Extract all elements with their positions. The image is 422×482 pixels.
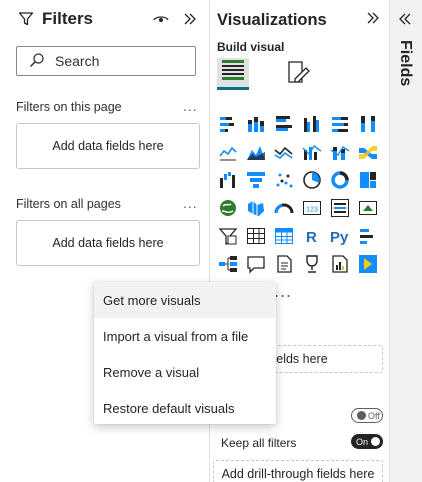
python-visual-icon[interactable]: Py [330, 226, 350, 246]
map-icon[interactable] [218, 198, 238, 218]
funnel-icon[interactable] [246, 170, 266, 190]
format-paintbrush-icon [286, 59, 312, 90]
card-icon[interactable]: 123 [302, 198, 322, 218]
pie-icon[interactable] [302, 170, 322, 190]
100-stacked-column-icon[interactable] [358, 114, 378, 134]
line-stacked-column-icon[interactable] [330, 142, 350, 162]
ribbon-chart-icon[interactable] [358, 142, 378, 162]
line-clustered-column-icon[interactable] [302, 142, 322, 162]
cross-report-toggle[interactable]: Off [351, 408, 383, 423]
collapse-visualizations-icon[interactable] [366, 11, 380, 29]
stacked-bar-icon[interactable] [218, 114, 238, 134]
build-visual-label: Build visual [217, 40, 285, 54]
expand-fields-icon[interactable] [398, 12, 412, 30]
toggle-knob [357, 411, 366, 420]
clustered-bar-icon[interactable] [274, 114, 294, 134]
100-stacked-bar-icon[interactable] [330, 114, 350, 134]
filters-header: Filters [0, 0, 210, 40]
filters-title: Filters [18, 9, 93, 29]
dropzone-text: Add drill-through fields here [221, 467, 375, 481]
paginated-report-icon[interactable] [330, 254, 350, 274]
treemap-icon[interactable] [358, 170, 378, 190]
menu-item-remove-visual[interactable]: Remove a visual [94, 354, 276, 390]
menu-item-restore-default-visuals[interactable]: Restore default visuals [94, 390, 276, 426]
power-apps-icon[interactable] [358, 254, 378, 274]
toggle-text: Off [368, 410, 380, 421]
svg-text:Py: Py [330, 229, 349, 246]
search-icon [29, 52, 45, 71]
filter-funnel-icon [18, 11, 34, 27]
visuals-context-menu: Get more visuals Import a visual from a … [94, 282, 276, 424]
filters-search-input[interactable]: Search [16, 46, 196, 76]
filters-on-page-dropzone[interactable]: Add data fields here [16, 123, 200, 169]
visualizations-title: Visualizations [217, 11, 327, 29]
filled-map-icon[interactable] [246, 198, 266, 218]
gauge-icon[interactable] [274, 198, 294, 218]
drill-through-dropzone[interactable]: Add drill-through fields here [213, 460, 383, 482]
toggle-text: On [356, 436, 369, 447]
filters-on-page-more-button[interactable]: ... [183, 98, 198, 114]
fields-label: Fields [397, 40, 414, 87]
filters-title-text: Filters [42, 9, 94, 28]
scatter-icon[interactable] [274, 170, 294, 190]
build-visual-icon [221, 59, 245, 86]
get-more-visuals-button[interactable]: ... [274, 281, 292, 302]
smart-narrative-icon[interactable] [274, 254, 294, 274]
build-visual-tab[interactable] [217, 58, 249, 90]
clustered-column-icon[interactable] [302, 114, 322, 134]
menu-item-import-visual[interactable]: Import a visual from a file [94, 318, 276, 354]
menu-item-get-more-visuals[interactable]: Get more visuals [94, 282, 276, 318]
dropzone-text: Add data fields here [52, 236, 164, 250]
filters-all-pages-label: Filters on all pages [16, 197, 121, 211]
keep-all-filters-label: Keep all filters [221, 436, 297, 450]
collapse-filters-icon[interactable] [181, 10, 199, 28]
filters-on-page-label: Filters on this page [16, 100, 122, 114]
slicer-icon[interactable] [218, 226, 238, 246]
format-visual-tab[interactable] [283, 58, 315, 90]
search-placeholder: Search [55, 53, 100, 69]
matrix-icon[interactable] [274, 226, 294, 246]
svg-text:123: 123 [306, 207, 318, 214]
keep-all-filters-toggle[interactable]: On [351, 434, 383, 449]
eye-icon[interactable] [152, 10, 170, 28]
fields-pane-collapsed[interactable]: Fields [390, 0, 422, 482]
line-chart-icon[interactable] [218, 142, 238, 162]
dropzone-text: Add data fields here [52, 139, 164, 153]
multirow-card-icon[interactable] [330, 198, 350, 218]
key-influencers-icon[interactable] [358, 226, 378, 246]
filters-all-pages-dropzone[interactable]: Add data fields here [16, 220, 200, 266]
area-chart-icon[interactable] [246, 142, 266, 162]
svg-text:R: R [306, 229, 317, 246]
stacked-area-icon[interactable] [274, 142, 294, 162]
qa-icon[interactable] [246, 254, 266, 274]
stacked-column-icon[interactable] [246, 114, 266, 134]
r-visual-icon[interactable]: R [302, 226, 322, 246]
toggle-knob [371, 437, 381, 446]
waterfall-icon[interactable] [218, 170, 238, 190]
decomposition-tree-icon[interactable] [218, 254, 238, 274]
donut-icon[interactable] [330, 170, 350, 190]
metrics-icon[interactable] [302, 254, 322, 274]
dropzone-text: fields here [270, 352, 328, 366]
table-icon[interactable] [246, 226, 266, 246]
kpi-icon[interactable] [358, 198, 378, 218]
filters-all-pages-more-button[interactable]: ... [183, 195, 198, 211]
